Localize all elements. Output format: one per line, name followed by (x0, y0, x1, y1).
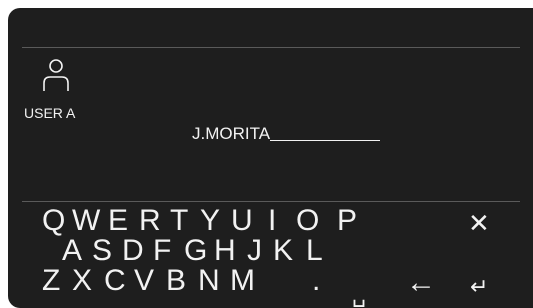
on-screen-keyboard: Q W E R T Y U I O P ✕ A S D F G H J K L … (8, 8, 533, 308)
key-s[interactable]: S (92, 236, 112, 266)
key-z[interactable]: Z (42, 266, 60, 296)
key-a[interactable]: A (62, 236, 82, 266)
key-b[interactable]: B (166, 266, 186, 296)
key-j[interactable]: J (247, 236, 262, 266)
key-c[interactable]: C (104, 266, 126, 296)
backspace-icon[interactable]: ← (406, 268, 436, 298)
key-u[interactable]: U (231, 206, 253, 236)
key-h[interactable]: H (214, 236, 236, 266)
key-x[interactable]: X (72, 266, 92, 296)
key-q[interactable]: Q (42, 206, 65, 236)
key-f[interactable]: F (153, 236, 171, 266)
key-period[interactable]: . (312, 266, 320, 296)
key-w[interactable]: W (72, 206, 100, 236)
key-n[interactable]: N (198, 266, 220, 296)
close-icon[interactable]: ✕ (468, 208, 490, 238)
key-o[interactable]: O (296, 206, 319, 236)
key-i[interactable]: I (268, 206, 276, 236)
key-v[interactable]: V (134, 266, 154, 296)
key-m[interactable]: M (230, 266, 255, 296)
key-y[interactable]: Y (200, 206, 220, 236)
login-panel: USER A J.MORITA Q W E R T Y U I O P ✕ A … (8, 8, 533, 308)
key-r[interactable]: R (139, 206, 161, 236)
key-e[interactable]: E (108, 206, 128, 236)
key-l[interactable]: L (306, 236, 323, 266)
key-k[interactable]: K (273, 236, 293, 266)
key-g[interactable]: G (184, 236, 207, 266)
key-d[interactable]: D (122, 236, 144, 266)
key-t[interactable]: T (170, 206, 188, 236)
key-p[interactable]: P (337, 206, 357, 236)
space-icon[interactable]: ␣ (352, 280, 366, 308)
